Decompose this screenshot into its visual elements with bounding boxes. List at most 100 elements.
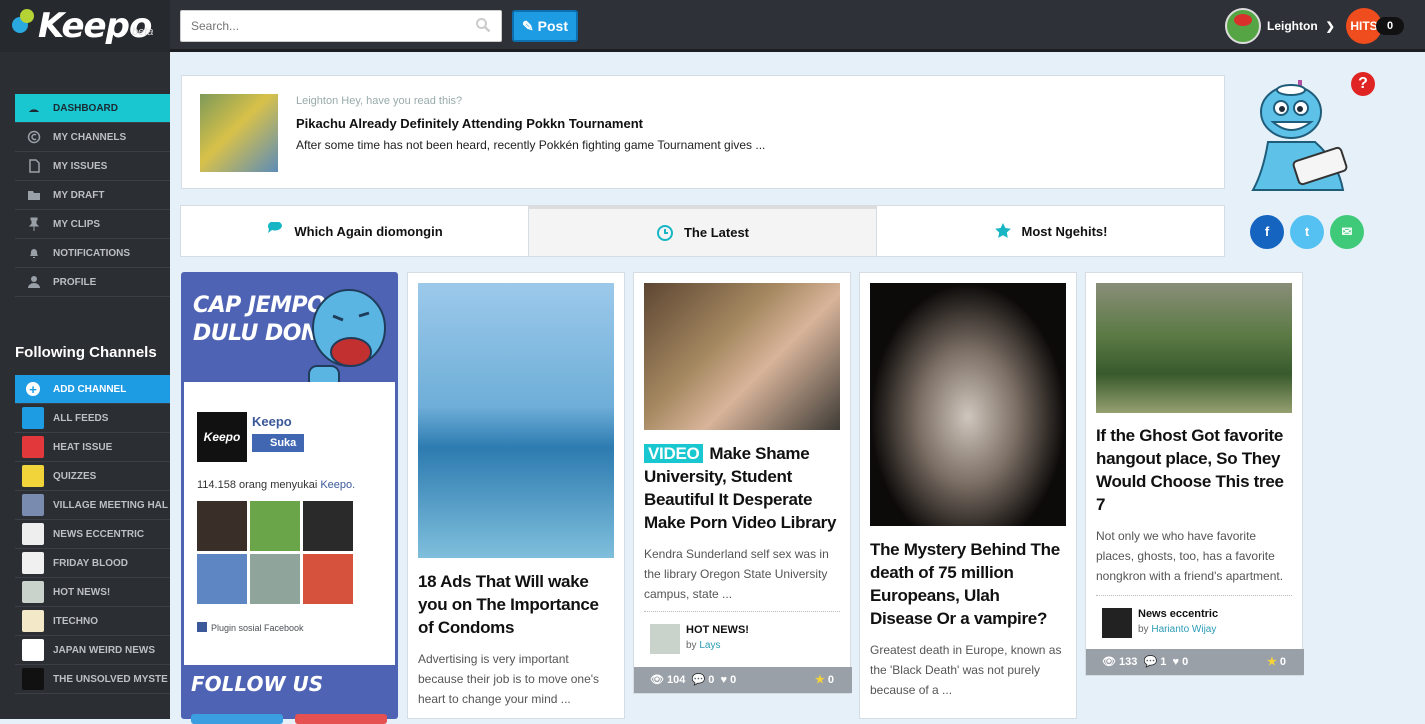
channel-item-all-feeds[interactable]: ALL FEEDS (15, 404, 170, 433)
tab-label: Which Again diomongin (294, 223, 443, 239)
fan-avatar[interactable] (197, 554, 247, 604)
article-image[interactable] (1096, 283, 1292, 413)
fan-avatar[interactable] (197, 501, 247, 551)
user-menu[interactable]: Leighton ❯ (1225, 8, 1335, 44)
channel-item-japan-weird-news[interactable]: JAPAN WEIRD NEWS (15, 636, 170, 665)
channel-item-heat-issue[interactable]: HEAT ISSUE (15, 433, 170, 462)
channel-avatar (22, 552, 44, 574)
fan-avatar[interactable] (250, 501, 300, 551)
article-title[interactable]: If the Ghost Got favorite hangout place,… (1096, 424, 1292, 516)
article-title[interactable]: 18 Ads That Will wake you on The Importa… (418, 570, 614, 639)
star-icon[interactable]: ★ (815, 674, 828, 686)
channel-name[interactable]: News eccentric (1138, 608, 1218, 620)
hits-badge[interactable]: HITS 0 (1346, 8, 1408, 44)
article-image[interactable] (644, 283, 840, 430)
facebook-page-name[interactable]: Keepo (252, 414, 292, 429)
email-share-button[interactable]: ✉ (1330, 215, 1364, 249)
sidebar-item-my-channels[interactable]: MY CHANNELS (15, 123, 170, 152)
notification-title[interactable]: Pikachu Already Definitely Attending Pok… (296, 116, 643, 131)
channel-avatar (22, 465, 44, 487)
speech-bubble-icon (268, 222, 283, 233)
author-name[interactable]: Harianto Wijay (1151, 624, 1216, 635)
tab-the-latest[interactable]: The Latest (529, 206, 877, 256)
tab-label: Most Ngehits! (1021, 223, 1108, 239)
article-title[interactable]: VIDEO Make Shame University, Student Beau… (644, 442, 840, 534)
article-card[interactable]: If the Ghost Got favorite hangout place,… (1085, 272, 1304, 676)
star-icon (994, 223, 1011, 238)
follow-facebook-button[interactable] (191, 714, 283, 724)
article-card[interactable]: VIDEO Make Shame University, Student Beau… (633, 272, 852, 694)
author-name[interactable]: Lays (699, 640, 720, 651)
channel-avatar[interactable] (650, 624, 680, 654)
article-card[interactable]: 18 Ads That Will wake you on The Importa… (407, 272, 625, 719)
sidebar-item-my-draft[interactable]: MY DRAFT (15, 181, 170, 210)
comment-count: 1 (1160, 656, 1167, 668)
heart-icon[interactable]: ♥ (1173, 656, 1183, 668)
search-input[interactable] (191, 19, 461, 33)
logo-mark-dot (20, 9, 34, 23)
plugin-text: Plugin sosial Facebook (211, 623, 304, 633)
video-badge: VIDEO (644, 444, 704, 463)
twitter-share-button[interactable]: t (1290, 215, 1324, 249)
channel-avatar[interactable] (1102, 608, 1132, 638)
notification-card[interactable]: Leighton Hey, have you read this? Pikach… (181, 75, 1225, 189)
channel-source[interactable]: HOT NEWS! by Lays (644, 611, 840, 661)
follow-us-title: FOLLOW US (191, 672, 324, 696)
stats-right: ★ 0 (1267, 655, 1286, 668)
like-page-link[interactable]: Keepo. (320, 479, 355, 491)
sidebar-item-dashboard[interactable]: DASHBOARD (15, 94, 170, 123)
keepo-logo[interactable]: Keepo beta (12, 6, 162, 46)
stats-left: 👁 104 💬 0 ♥ 0 (650, 673, 736, 686)
sidebar-item-profile[interactable]: PROFILE (15, 268, 170, 297)
fan-avatar[interactable] (303, 554, 353, 604)
fan-avatars (197, 501, 357, 607)
facebook-share-button[interactable]: f (1250, 215, 1284, 249)
article-stats: 👁 104 💬 0 ♥ 0 ★ 0 (634, 667, 852, 693)
following-channel-list: + ADD CHANNEL ALL FEEDS HEAT ISSUE QUIZZES VI… (15, 375, 170, 694)
sidebar-item-notifications[interactable]: NOTIFICATIONS (15, 239, 170, 268)
facebook-like-button[interactable]: Suka (252, 434, 304, 452)
like-count: 0 (730, 674, 737, 686)
eye-icon: 👁 (650, 674, 668, 686)
channel-item-village-meeting-hal[interactable]: VILLAGE MEETING HAL (15, 491, 170, 520)
keepo-page-logo[interactable]: Keepo (197, 412, 247, 462)
channel-item-quizzes[interactable]: QUIZZES (15, 462, 170, 491)
by-label: by (1138, 624, 1149, 635)
channel-item-the-unsolved-myste[interactable]: THE UNSOLVED MYSTE (15, 665, 170, 694)
channel-item-friday-blood[interactable]: FRIDAY BLOOD (15, 549, 170, 578)
channel-item-add-channel[interactable]: + ADD CHANNEL (15, 375, 170, 404)
channel-name[interactable]: HOT NEWS! (686, 624, 749, 636)
follow-google-button[interactable] (295, 714, 387, 724)
article-title[interactable]: The Mystery Behind The death of 75 milli… (870, 538, 1066, 630)
star-count: 0 (827, 674, 834, 686)
article-excerpt: Advertising is very important because th… (418, 652, 600, 706)
channel-item-hot-news-[interactable]: HOT NEWS! (15, 578, 170, 607)
author-line: by Harianto Wijay (1138, 624, 1216, 635)
search-icon[interactable] (475, 17, 491, 33)
channel-label: VILLAGE MEETING HAL (53, 499, 168, 511)
tab-most-ngehits-[interactable]: Most Ngehits! (877, 206, 1224, 256)
help-icon[interactable]: ? (1351, 72, 1375, 96)
facebook-plugin-label[interactable]: Plugin sosial Facebook (197, 622, 304, 633)
sidebar-item-my-clips[interactable]: MY CLIPS (15, 210, 170, 239)
star-icon[interactable]: ★ (1267, 656, 1280, 668)
tab-label: The Latest (683, 225, 749, 240)
article-stats: 👁 133 💬 1 ♥ 0 ★ 0 (1086, 649, 1304, 675)
article-card[interactable]: The Mystery Behind The death of 75 milli… (859, 272, 1077, 719)
sidebar-item-label: MY CLIPS (53, 218, 101, 230)
sidebar-item-my-issues[interactable]: MY ISSUES (15, 152, 170, 181)
comment-icon: 💬 (1143, 656, 1161, 668)
heart-icon[interactable]: ♥ (721, 674, 731, 686)
channel-item-news-eccentric[interactable]: NEWS ECCENTRIC (15, 520, 170, 549)
search-box[interactable] (180, 10, 502, 42)
fan-avatar[interactable] (303, 501, 353, 551)
post-button[interactable]: ✎ Post (512, 10, 578, 42)
channel-item-itechno[interactable]: ITECHNO (15, 607, 170, 636)
mascot-icon (1251, 80, 1348, 191)
article-image[interactable] (870, 283, 1066, 526)
tab-which-again-diomongin[interactable]: Which Again diomongin (181, 206, 529, 256)
notification-thumbnail[interactable] (200, 94, 278, 172)
article-image[interactable] (418, 283, 614, 558)
channel-source[interactable]: News eccentric by Harianto Wijay (1096, 595, 1292, 643)
fan-avatar[interactable] (250, 554, 300, 604)
